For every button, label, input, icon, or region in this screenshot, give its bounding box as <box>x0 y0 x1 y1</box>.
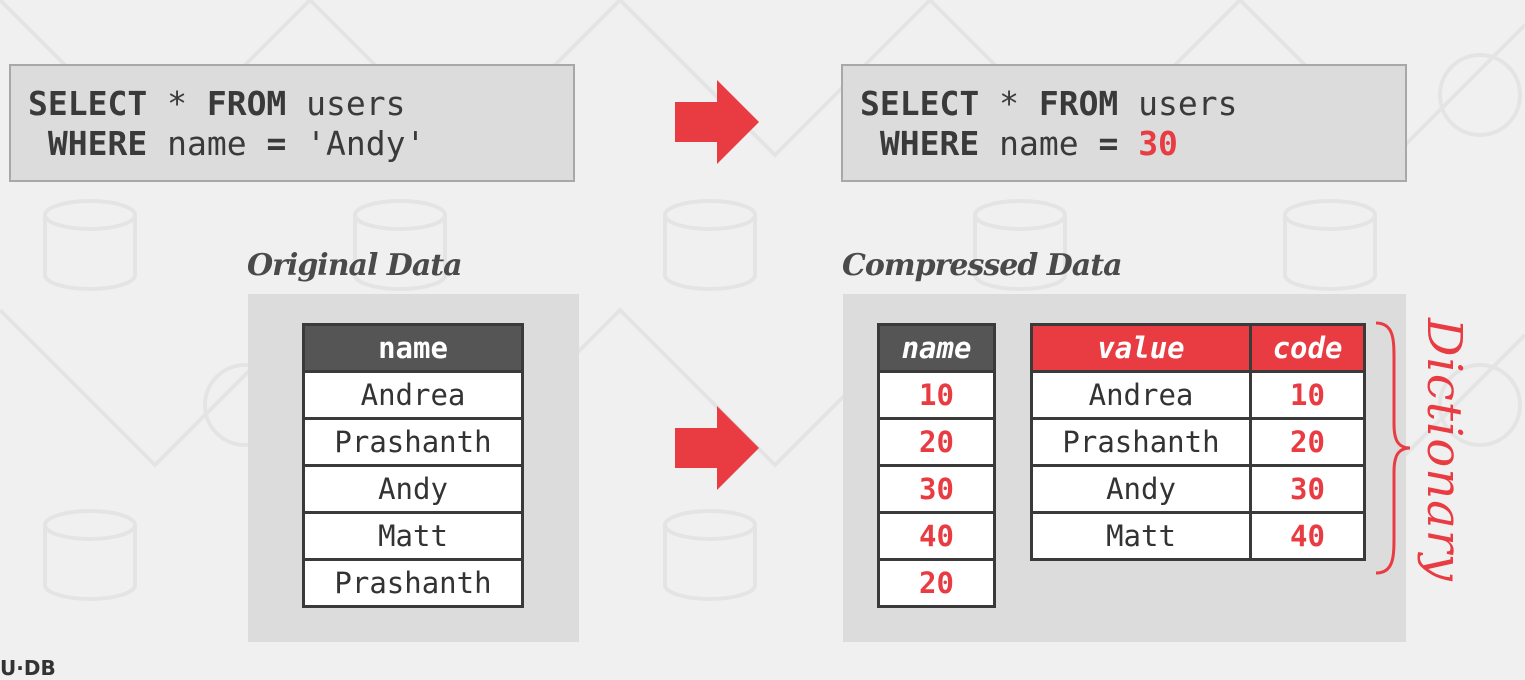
table-cell: 40 <box>1249 511 1366 561</box>
encoded-value: 30 <box>1138 124 1178 163</box>
table-cell: Prashanth <box>302 558 524 608</box>
column-header-name: name <box>302 323 524 373</box>
table-row: Prashanth 20 <box>1030 417 1366 467</box>
table-cell: Matt <box>1030 511 1252 561</box>
table-cell: 20 <box>877 558 996 608</box>
right-arrow-icon <box>675 80 759 164</box>
sql-line-2: WHERE name = 'Andy' <box>28 124 426 163</box>
dictionary-table: value code Andrea 10 Prashanth 20 Andy 30 M… <box>1030 323 1366 561</box>
table-cell: 10 <box>877 370 996 420</box>
curly-brace-icon <box>1375 321 1411 575</box>
table-cell: 20 <box>877 417 996 467</box>
column-header-code: code <box>1249 323 1366 373</box>
right-arrow-icon <box>675 406 759 490</box>
table-cell: Andrea <box>1030 370 1252 420</box>
original-table: name Andrea Prashanth Andy Matt Prashant… <box>302 323 524 608</box>
sql-line-1: SELECT * FROM users <box>28 84 406 123</box>
sql-query-original: SELECT * FROM users WHERE name = 'Andy' <box>9 64 575 182</box>
table-cell: Matt <box>302 511 524 561</box>
table-cell: Prashanth <box>1030 417 1252 467</box>
sql-line-1: SELECT * FROM users <box>860 84 1238 123</box>
original-data-heading: Original Data <box>247 248 463 283</box>
table-cell: Andy <box>302 464 524 514</box>
table-cell: 10 <box>1249 370 1366 420</box>
table-row: Andrea 10 <box>1030 370 1366 420</box>
sql-query-compressed: SELECT * FROM users WHERE name = 30 <box>841 64 1407 182</box>
compressed-column-table: name 10 20 30 40 20 <box>877 323 996 608</box>
compressed-data-heading: Compressed Data <box>842 248 1123 283</box>
dictionary-label: Dictionary <box>1416 318 1472 582</box>
table-cell: Prashanth <box>302 417 524 467</box>
table-cell: 30 <box>1249 464 1366 514</box>
table-row: Matt 40 <box>1030 511 1366 561</box>
column-header-value: value <box>1030 323 1252 373</box>
table-cell: 20 <box>1249 417 1366 467</box>
table-cell: 40 <box>877 511 996 561</box>
table-cell: 30 <box>877 464 996 514</box>
sql-line-2: WHERE name = 30 <box>860 124 1178 163</box>
table-cell: Andy <box>1030 464 1252 514</box>
column-header-name: name <box>877 323 996 373</box>
table-cell: Andrea <box>302 370 524 420</box>
table-row: Andy 30 <box>1030 464 1366 514</box>
footer-logo: U·DB <box>0 656 56 680</box>
